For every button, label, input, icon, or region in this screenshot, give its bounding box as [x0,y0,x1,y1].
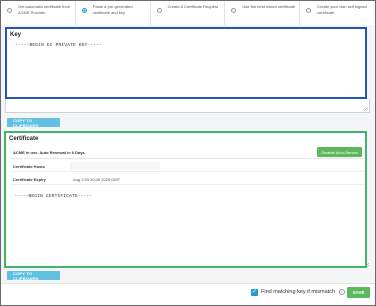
certificate-expiry-row: Certificate Expiry Aug 3 03:30:45 2025 G… [10,173,364,185]
key-textarea[interactable]: Key -----BEGIN EC PRIVATE KEY----- [5,27,367,99]
option-label: Paste a pre-generated certificate and ke… [92,4,133,15]
find-matching-key-label[interactable]: Find matching key if mismatch [261,289,335,295]
certificate-hosts-row: Certificate Hosts [10,160,364,172]
resize-handle-icon[interactable] [365,263,369,267]
acme-status-text: ACME in use. Auto Renewal in 6 Days. [13,150,86,155]
key-textarea-extension[interactable] [5,99,370,113]
radio-icon[interactable] [306,8,312,13]
option-acme[interactable]: Get automatic certificate from ACME Prov… [1,1,76,25]
option-request[interactable]: Create A Certificate Request [151,1,226,25]
certificate-expiry-label: Certificate Expiry [13,177,46,182]
certificate-hosts-label: Certificate Hosts [13,164,45,169]
find-matching-key-checkbox[interactable]: ✓ [251,289,258,296]
resize-handle-icon[interactable] [364,107,368,111]
certificate-expiry-value: Aug 3 03:30:45 2025 GMT [73,177,121,182]
certificate-textarea-edge[interactable] [4,262,370,268]
info-icon[interactable]: i [339,289,345,295]
acme-status-row: ACME in use. Auto Renewal in 6 Days. Dis… [10,147,364,159]
option-best-match[interactable]: Use the best match certificate [225,1,301,25]
option-self-signed[interactable]: Create your own self signed certificate [300,1,374,25]
radio-icon[interactable] [7,8,12,13]
key-title: Key [10,32,22,38]
certificate-content: -----BEGIN CERTIFICATE----- [14,194,93,199]
source-options: Get automatic certificate from ACME Prov… [1,1,374,25]
copy-certificate-button[interactable]: COPY TO CLIPBOARD [7,271,60,281]
option-paste[interactable]: Paste a pre-generated certificate and ke… [76,1,151,25]
option-label: Create A Certificate Request [167,4,219,9]
certificate-title: Certificate [9,136,39,142]
option-label: Use the best match certificate [242,4,296,9]
key-content: -----BEGIN EC PRIVATE KEY----- [15,43,103,48]
certificate-hosts-value [70,162,160,170]
radio-icon[interactable] [156,8,162,13]
save-button[interactable]: SAVE [347,287,370,298]
radio-icon[interactable] [231,8,237,13]
disable-auto-renew-button[interactable]: Disable Auto-Renew [317,147,362,157]
certificate-textarea[interactable]: Certificate ACME in use. Auto Renewal in… [4,131,367,268]
radio-selected-icon[interactable] [81,8,87,13]
option-label: Create your own self signed certificate [317,4,367,15]
copy-key-button[interactable]: COPY TO CLIPBOARD [7,118,60,128]
option-label: Get automatic certificate from ACME Prov… [18,4,71,15]
